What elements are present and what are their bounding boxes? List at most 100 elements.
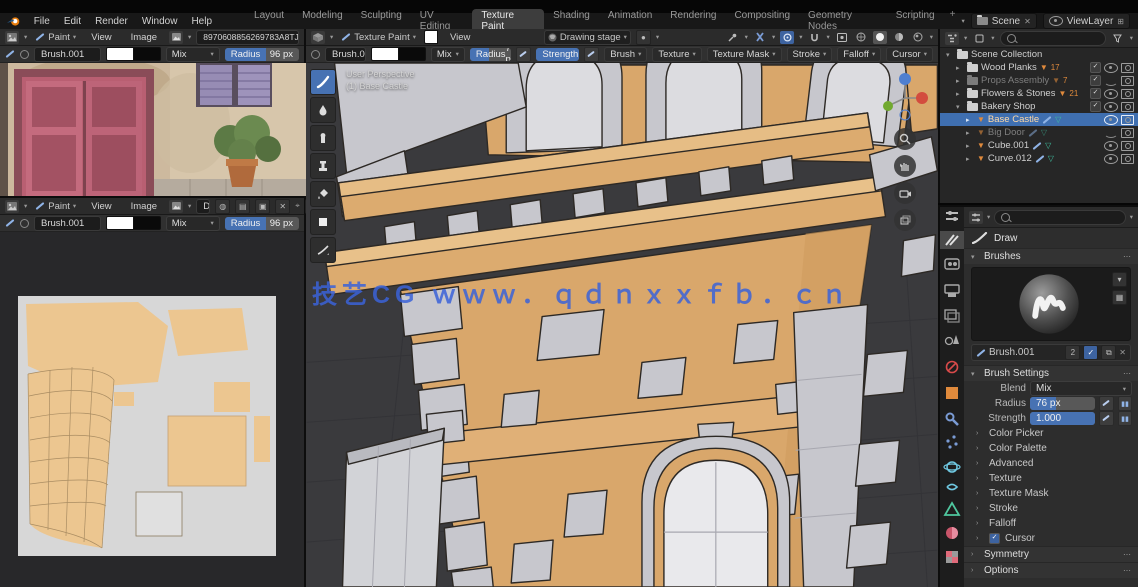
- pin-icon[interactable]: ⌖: [295, 201, 300, 211]
- menu-render[interactable]: Render: [88, 16, 135, 27]
- camera-visibility-icon[interactable]: [1121, 63, 1134, 73]
- eye-icon[interactable]: [1104, 102, 1118, 112]
- viewport-canvas[interactable]: User Perspective (1) Base Castle: [306, 63, 938, 587]
- brush-datablock-icon[interactable]: [20, 219, 29, 228]
- panel-color-picker[interactable]: ›Color Picker: [964, 426, 1138, 441]
- editor-type-icon[interactable]: [5, 31, 19, 44]
- strength-unified-icon[interactable]: ▮▮: [1118, 411, 1132, 426]
- camera-visibility-icon[interactable]: [1121, 115, 1134, 125]
- brush-name-field[interactable]: Brush.001: [34, 47, 101, 62]
- panel-stroke[interactable]: ›Stroke: [964, 501, 1138, 516]
- secondary-color-swatch[interactable]: [399, 47, 426, 61]
- texture-slot-dropdown[interactable]: Drawing stage▾: [544, 30, 631, 45]
- radius-slider[interactable]: Radius76 px: [470, 48, 511, 61]
- editor-type-icon[interactable]: [946, 211, 958, 221]
- move-view-button[interactable]: [894, 155, 916, 177]
- tab-physics-icon[interactable]: [944, 462, 960, 472]
- strength-pressure-icon[interactable]: [1099, 411, 1114, 426]
- color-swatches[interactable]: [106, 216, 161, 230]
- tab-object-data-icon[interactable]: [945, 503, 959, 515]
- blend-mode-select[interactable]: Mix▾: [166, 47, 220, 62]
- shield-icon[interactable]: ◍: [215, 199, 230, 214]
- tab-view-layer-icon[interactable]: [945, 310, 959, 322]
- shading-material-icon[interactable]: [892, 31, 906, 44]
- menu-edit[interactable]: Edit: [57, 16, 88, 27]
- eye-icon[interactable]: [1104, 89, 1118, 99]
- proportional-editing-icon[interactable]: [780, 31, 794, 44]
- zoom-button[interactable]: [894, 128, 916, 150]
- panel-texture-mask[interactable]: ›Texture Mask: [964, 486, 1138, 501]
- properties-search-input[interactable]: [994, 210, 1125, 225]
- primary-color-swatch[interactable]: [106, 216, 134, 230]
- popover-stroke[interactable]: Stroke▾: [787, 47, 833, 62]
- tab-object-icon[interactable]: [946, 387, 958, 399]
- viewlayer-new-icon[interactable]: ⊞: [1117, 17, 1124, 26]
- blend-mode-select[interactable]: Mix▾: [166, 216, 220, 231]
- outliner-row-props-assembly[interactable]: ▸ Props Assembly ▼7 ✓: [940, 74, 1138, 87]
- menu-window[interactable]: Window: [135, 16, 185, 27]
- radius-slider[interactable]: 76 px: [1030, 397, 1095, 410]
- tool-smear-button[interactable]: [310, 125, 336, 151]
- reference-photo[interactable]: [0, 63, 306, 196]
- strength-pressure-icon[interactable]: [584, 47, 599, 62]
- orientation-gizmo[interactable]: [878, 69, 932, 123]
- editor-type-icon[interactable]: [945, 32, 959, 45]
- tool-fill-button[interactable]: [310, 181, 336, 207]
- filter-icon[interactable]: [1111, 32, 1125, 45]
- preview-expand-icon[interactable]: ▾: [1112, 272, 1127, 287]
- magnet-snap-icon[interactable]: [807, 31, 821, 44]
- camera-visibility-icon[interactable]: [1121, 154, 1134, 164]
- blend-mode-select[interactable]: Mix▾: [431, 47, 465, 62]
- cursor-checkbox-icon[interactable]: ✓: [989, 533, 1000, 544]
- checkbox-icon[interactable]: ✓: [1090, 62, 1101, 73]
- tool-soften-button[interactable]: [310, 97, 336, 123]
- image-name-field[interactable]: 8970608856269783A8TJA5884821Y96.png: [196, 30, 299, 45]
- radius-pressure-icon[interactable]: [516, 47, 531, 62]
- outliner-row-bakery-shop[interactable]: ▾ Bakery Shop ✓: [940, 100, 1138, 113]
- outliner-search-input[interactable]: [1000, 31, 1106, 46]
- popover-brush[interactable]: Brush▾: [604, 47, 647, 62]
- outliner-row-wood-planks[interactable]: ▸ Wood Planks ▼17 ✓: [940, 61, 1138, 74]
- fake-user-shield-icon[interactable]: ✓: [1083, 345, 1098, 360]
- open-image-icon[interactable]: ▣: [255, 199, 270, 214]
- tab-render-icon[interactable]: [945, 259, 959, 269]
- strength-slider[interactable]: Strength1.000: [536, 48, 579, 61]
- overlays-icon[interactable]: [835, 31, 849, 44]
- tab-texture-icon[interactable]: [946, 551, 958, 563]
- outliner-row-scene-collection[interactable]: ▾ Scene Collection: [940, 48, 1138, 61]
- view-menu[interactable]: View: [84, 32, 118, 43]
- blend-select[interactable]: Mix▾: [1030, 381, 1132, 396]
- tool-draw-button[interactable]: [310, 69, 336, 95]
- image-browse-icon[interactable]: [169, 31, 183, 44]
- preview-checker-icon[interactable]: ▦: [1112, 290, 1127, 305]
- panel-falloff[interactable]: ›Falloff: [964, 516, 1138, 531]
- checkbox-icon[interactable]: ✓: [1090, 75, 1101, 86]
- color-swatches[interactable]: [371, 47, 426, 61]
- duplicate-brush-icon[interactable]: ⧉: [1101, 345, 1116, 360]
- scene-selector[interactable]: Scene ✕: [971, 13, 1037, 29]
- editor-type-icon[interactable]: [311, 31, 325, 44]
- primary-color-swatch[interactable]: [106, 47, 134, 61]
- users-count-button[interactable]: 2: [1065, 345, 1080, 360]
- new-image-icon[interactable]: ▤: [235, 199, 250, 214]
- image-menu[interactable]: Image: [124, 201, 164, 212]
- tab-particles-icon[interactable]: [946, 435, 957, 448]
- properties-options-icon[interactable]: ▾: [1130, 213, 1133, 221]
- gizmo-z-axis-icon[interactable]: [899, 73, 911, 85]
- camera-view-button[interactable]: [894, 182, 916, 204]
- view-menu[interactable]: View: [443, 32, 477, 43]
- eye-closed-icon[interactable]: [1104, 128, 1118, 138]
- popover-falloff[interactable]: Falloff▾: [837, 47, 881, 62]
- gizmo-neg-z-icon[interactable]: [900, 110, 910, 120]
- outliner-row-big-door[interactable]: ▸▼ Big Door ▽: [940, 126, 1138, 139]
- editor-type-icon[interactable]: [969, 211, 983, 224]
- tab-scene-icon[interactable]: [946, 335, 960, 345]
- tab-modifiers-icon[interactable]: [947, 414, 959, 426]
- popover-texture-mask[interactable]: Texture Mask▾: [707, 47, 782, 62]
- display-mode-icon[interactable]: [972, 32, 986, 45]
- radius-pressure-icon[interactable]: [1099, 396, 1114, 411]
- popover-cursor[interactable]: Cursor▾: [886, 47, 933, 62]
- menu-file[interactable]: File: [27, 16, 57, 27]
- shading-rendered-icon[interactable]: [911, 31, 925, 44]
- view-menu[interactable]: View: [84, 201, 118, 212]
